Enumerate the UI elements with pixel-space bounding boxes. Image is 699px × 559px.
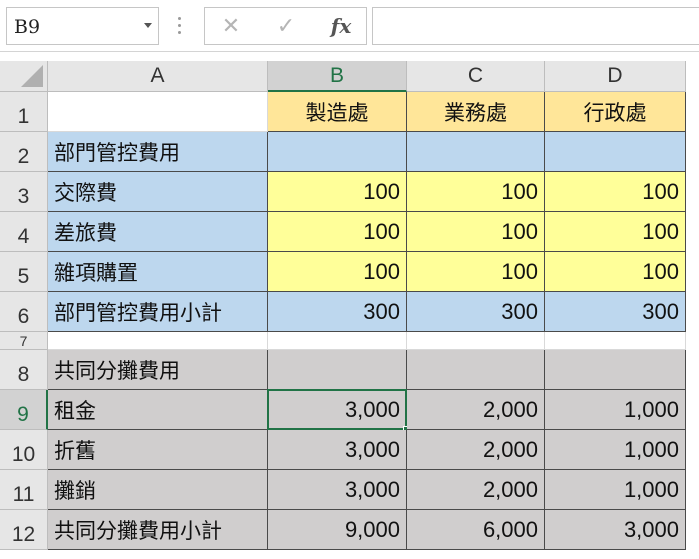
cell-a8[interactable]: 共同分攤費用: [48, 350, 268, 390]
formula-bar: B9 ✕ ✓ fx: [0, 0, 699, 52]
cell-c10[interactable]: 2,000: [407, 430, 545, 470]
cancel-icon[interactable]: ✕: [211, 11, 251, 41]
cell-d7[interactable]: [545, 332, 686, 350]
cell-b12[interactable]: 9,000: [268, 510, 407, 550]
cell-c5[interactable]: 100: [407, 252, 545, 292]
cell-b3[interactable]: 100: [268, 172, 407, 212]
cell-a1[interactable]: [48, 92, 268, 132]
cell-d10[interactable]: 1,000: [545, 430, 686, 470]
row-header-12[interactable]: 12: [0, 510, 48, 550]
cell-c3[interactable]: 100: [407, 172, 545, 212]
row-header-3[interactable]: 3: [0, 172, 48, 212]
cell-d12[interactable]: 3,000: [545, 510, 686, 550]
cell-a2[interactable]: 部門管控費用: [48, 132, 268, 172]
cell-d9[interactable]: 1,000: [545, 390, 686, 430]
cell-c2[interactable]: [407, 132, 545, 172]
column-header-c[interactable]: C: [407, 61, 545, 92]
name-box-value: B9: [14, 16, 41, 38]
cell-a5[interactable]: 雜項購置: [48, 252, 268, 292]
cell-c8[interactable]: [407, 350, 545, 390]
cell-b5[interactable]: 100: [268, 252, 407, 292]
cell-d6[interactable]: 300: [545, 292, 686, 332]
formula-buttons: ✕ ✓ fx: [204, 7, 367, 45]
cell-b7[interactable]: [268, 332, 407, 350]
name-box[interactable]: B9: [6, 7, 159, 45]
cell-a7[interactable]: [48, 332, 268, 350]
column-header-b[interactable]: B: [268, 61, 407, 92]
column-header-a[interactable]: A: [48, 61, 268, 92]
cell-d2[interactable]: [545, 132, 686, 172]
formula-input[interactable]: [372, 7, 699, 45]
row-header-1[interactable]: 1: [0, 92, 48, 132]
cell-c7[interactable]: [407, 332, 545, 350]
chevron-down-icon[interactable]: [144, 23, 152, 28]
cell-a3[interactable]: 交際費: [48, 172, 268, 212]
cell-d4[interactable]: 100: [545, 212, 686, 252]
cell-b1[interactable]: 製造處: [268, 92, 407, 132]
row-header-8[interactable]: 8: [0, 350, 48, 390]
cell-d3[interactable]: 100: [545, 172, 686, 212]
cell-c11[interactable]: 2,000: [407, 470, 545, 510]
cell-d1[interactable]: 行政處: [545, 92, 686, 132]
row-header-11[interactable]: 11: [0, 470, 48, 510]
cell-a9[interactable]: 租金: [48, 390, 268, 430]
cell-c1[interactable]: 業務處: [407, 92, 545, 132]
cell-b2[interactable]: [268, 132, 407, 172]
cell-d8[interactable]: [545, 350, 686, 390]
cell-a11[interactable]: 攤銷: [48, 470, 268, 510]
cell-b4[interactable]: 100: [268, 212, 407, 252]
row-header-5[interactable]: 5: [0, 252, 48, 292]
row-header-4[interactable]: 4: [0, 212, 48, 252]
cell-a4[interactable]: 差旅費: [48, 212, 268, 252]
cell-b11[interactable]: 3,000: [268, 470, 407, 510]
enter-icon[interactable]: ✓: [266, 11, 306, 41]
cell-c12[interactable]: 6,000: [407, 510, 545, 550]
cell-d11[interactable]: 1,000: [545, 470, 686, 510]
insert-function-icon[interactable]: fx: [321, 11, 361, 41]
cell-c9[interactable]: 2,000: [407, 390, 545, 430]
column-header-d[interactable]: D: [545, 61, 686, 92]
cell-b6[interactable]: 300: [268, 292, 407, 332]
cell-d5[interactable]: 100: [545, 252, 686, 292]
cell-a12[interactable]: 共同分攤費用小計: [48, 510, 268, 550]
row-header-9[interactable]: 9: [0, 390, 48, 430]
cell-b9[interactable]: 3,000: [268, 390, 407, 430]
row-header-2[interactable]: 2: [0, 132, 48, 172]
select-all-button[interactable]: [0, 61, 48, 92]
row-header-6[interactable]: 6: [0, 292, 48, 332]
cell-c4[interactable]: 100: [407, 212, 545, 252]
cell-a6[interactable]: 部門管控費用小計: [48, 292, 268, 332]
row-header-7[interactable]: 7: [0, 332, 48, 350]
row-header-10[interactable]: 10: [0, 430, 48, 470]
cell-b8[interactable]: [268, 350, 407, 390]
cell-c6[interactable]: 300: [407, 292, 545, 332]
cell-a10[interactable]: 折舊: [48, 430, 268, 470]
cell-b10[interactable]: 3,000: [268, 430, 407, 470]
drag-handle-icon[interactable]: [176, 14, 184, 38]
select-all-icon: [21, 65, 43, 87]
